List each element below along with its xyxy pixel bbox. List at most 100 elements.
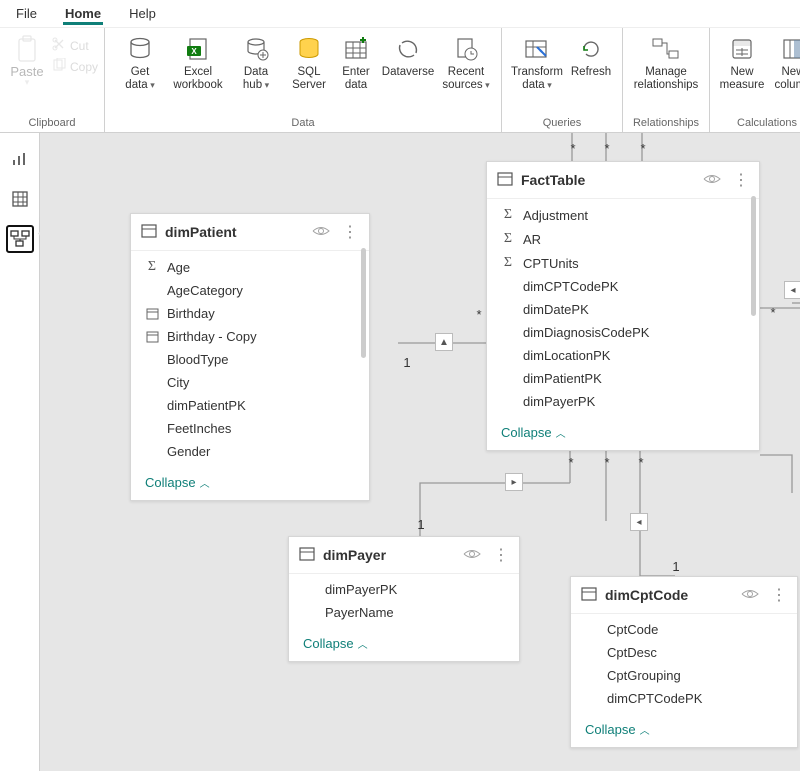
more-icon[interactable]: ⋮: [493, 545, 509, 565]
table-card-dimcptcode[interactable]: dimCptCode ⋮ CptCode CptDesc CptGrouping…: [570, 576, 798, 748]
bar-chart-icon: [11, 150, 29, 168]
field-row[interactable]: dimCPTCodePK: [571, 687, 797, 710]
filter-direction-icon[interactable]: ▲: [435, 333, 453, 351]
tab-help[interactable]: Help: [127, 2, 158, 25]
field-row[interactable]: dimPayerPK: [487, 390, 759, 413]
data-hub-label: Data hub ▾: [243, 66, 269, 92]
dataverse-label: Dataverse: [382, 66, 434, 79]
collapse-button[interactable]: Collapse︿: [131, 467, 369, 500]
field-row[interactable]: Birthday: [131, 302, 369, 325]
excel-label: Excel workbook: [173, 66, 222, 92]
collapse-button[interactable]: Collapse︿: [289, 628, 519, 661]
tab-file[interactable]: File: [14, 2, 39, 25]
field-row[interactable]: dimDatePK: [487, 298, 759, 321]
field-row[interactable]: ΣCPTUnits: [487, 251, 759, 275]
more-icon[interactable]: ⋮: [733, 170, 749, 190]
field-row[interactable]: Gender: [131, 440, 369, 463]
scrollbar[interactable]: [361, 248, 366, 358]
data-hub-button[interactable]: Data hub ▾: [227, 31, 285, 92]
more-icon[interactable]: ⋮: [342, 222, 359, 242]
data-hub-icon: [241, 34, 271, 64]
table-icon: [11, 190, 29, 208]
model-canvas[interactable]: dimPatient ⋮ ΣAge AgeCategory Birthday B…: [40, 133, 800, 771]
filter-direction-icon[interactable]: ▸: [505, 473, 523, 491]
table-card-dimpatient[interactable]: dimPatient ⋮ ΣAge AgeCategory Birthday B…: [130, 213, 370, 501]
field-row[interactable]: dimPayerPK: [289, 578, 519, 601]
manage-relationships-button[interactable]: Manage relationships: [629, 31, 703, 92]
field-row[interactable]: AgeCategory: [131, 279, 369, 302]
table-icon: [141, 223, 157, 242]
field-row[interactable]: Birthday - Copy: [131, 325, 369, 348]
data-view-button[interactable]: [6, 185, 34, 213]
table-card-facttable[interactable]: FactTable ⋮ ΣAdjustment ΣAR ΣCPTUnits di…: [486, 161, 760, 451]
field-row[interactable]: dimDiagnosisCodePK: [487, 321, 759, 344]
field-row[interactable]: PayerName: [289, 601, 519, 624]
filter-direction-icon[interactable]: ◂: [784, 281, 800, 299]
model-view-button[interactable]: [6, 225, 34, 253]
dataverse-button[interactable]: Dataverse: [379, 31, 437, 79]
get-data-label: Get data ▾: [125, 66, 154, 92]
scrollbar[interactable]: [751, 196, 756, 316]
refresh-icon: [576, 34, 606, 64]
paste-button[interactable]: Paste ▾: [6, 31, 48, 88]
menu-tabs: File Home Help: [0, 0, 800, 28]
recent-sources-button[interactable]: Recent sources ▾: [437, 31, 495, 92]
new-measure-button[interactable]: New measure: [716, 31, 768, 92]
cardinality-many: *: [598, 453, 616, 471]
cut-label: Cut: [70, 39, 89, 53]
column-icon: [778, 34, 800, 64]
table-icon: [299, 546, 315, 565]
field-row[interactable]: ΣAdjustment: [487, 203, 759, 227]
field-list: CptCode CptDesc CptGrouping dimCPTCodePK: [571, 614, 797, 714]
scissors-icon: [52, 37, 66, 54]
field-list: dimPayerPK PayerName: [289, 574, 519, 628]
field-row[interactable]: ΣAge: [131, 255, 369, 279]
enter-data-button[interactable]: Enter data: [333, 31, 379, 92]
clipboard-icon: [12, 34, 42, 64]
field-row[interactable]: dimCPTCodePK: [487, 275, 759, 298]
copy-button[interactable]: Copy: [52, 58, 98, 75]
transform-data-button[interactable]: Transform data ▾: [508, 31, 566, 92]
report-view-button[interactable]: [6, 145, 34, 173]
field-row[interactable]: dimPatientPK: [487, 367, 759, 390]
field-row[interactable]: FeetInches: [131, 417, 369, 440]
field-row[interactable]: ΣAR: [487, 227, 759, 251]
cardinality-many: *: [564, 139, 582, 157]
table-icon: [581, 586, 597, 605]
field-row[interactable]: City: [131, 371, 369, 394]
refresh-button[interactable]: Refresh: [566, 31, 616, 79]
visibility-icon[interactable]: [703, 172, 721, 189]
field-row[interactable]: CptGrouping: [571, 664, 797, 687]
view-rail: [0, 133, 40, 771]
more-icon[interactable]: ⋮: [771, 585, 787, 605]
cut-button[interactable]: Cut: [52, 37, 98, 54]
visibility-icon[interactable]: [463, 547, 481, 564]
field-row[interactable]: dimLocationPK: [487, 344, 759, 367]
get-data-button[interactable]: Get data ▾: [111, 31, 169, 92]
ribbon-group-data: Get data ▾ X Excel workbook Data hub ▾ S…: [105, 28, 502, 132]
collapse-button[interactable]: Collapse︿: [571, 714, 797, 747]
field-row[interactable]: CptCode: [571, 618, 797, 641]
relationships-icon: [651, 34, 681, 64]
group-label-data: Data: [111, 115, 495, 132]
chevron-down-icon: ▾: [25, 77, 30, 88]
group-label-rel: Relationships: [629, 115, 703, 132]
sql-label: SQL Server: [292, 66, 326, 92]
filter-direction-icon[interactable]: ◂: [630, 513, 648, 531]
excel-workbook-button[interactable]: X Excel workbook: [169, 31, 227, 92]
field-row[interactable]: BloodType: [131, 348, 369, 371]
tab-home[interactable]: Home: [63, 2, 103, 25]
cardinality-many: *: [470, 305, 488, 323]
visibility-icon[interactable]: [741, 587, 759, 604]
ribbon-group-calculations: New measure New column Calculations: [710, 28, 800, 132]
table-card-dimpayer[interactable]: dimPayer ⋮ dimPayerPK PayerName Collapse…: [288, 536, 520, 662]
cardinality-one: 1: [412, 515, 430, 533]
calendar-icon: [145, 330, 159, 343]
field-row[interactable]: CptDesc: [571, 641, 797, 664]
new-column-button[interactable]: New column: [768, 31, 800, 92]
sql-server-button[interactable]: SQL Server: [285, 31, 333, 92]
card-title: dimCptCode: [605, 587, 729, 603]
collapse-button[interactable]: Collapse︿: [487, 417, 759, 450]
visibility-icon[interactable]: [312, 224, 330, 241]
field-row[interactable]: dimPatientPK: [131, 394, 369, 417]
